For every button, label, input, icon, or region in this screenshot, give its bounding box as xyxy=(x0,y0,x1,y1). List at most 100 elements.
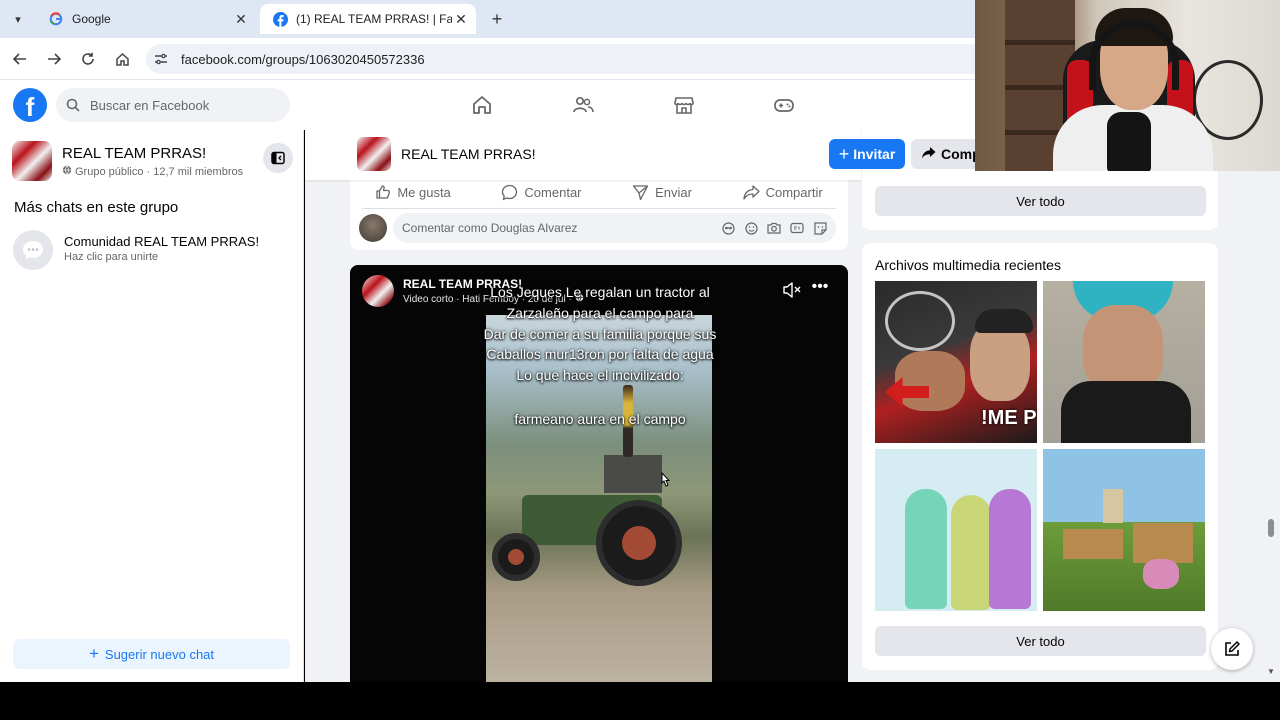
send-label: Enviar xyxy=(655,184,692,200)
compose-icon xyxy=(1225,641,1240,656)
url-text: facebook.com/groups/1063020450572336 xyxy=(181,51,425,67)
back-button[interactable] xyxy=(9,48,31,70)
gaming-icon[interactable] xyxy=(772,93,796,117)
media-thumbnail[interactable] xyxy=(1043,281,1205,443)
video-caption-line: Zarzaleño para el campo para xyxy=(506,305,694,321)
group-name[interactable]: REAL TEAM PRRAS! xyxy=(62,145,206,162)
sidebar-toggle-icon xyxy=(271,151,285,165)
invite-button[interactable]: + Invitar xyxy=(829,139,905,169)
tab-search-dropdown[interactable]: ▾ xyxy=(6,7,30,31)
video-caption-line: Caballos mur13ron por falta de agua xyxy=(486,346,714,362)
new-tab-button[interactable]: + xyxy=(486,8,508,30)
comment-placeholder: Comentar como Douglas Alvarez xyxy=(402,221,578,235)
group-meta: Grupo público · 12,7 mil miembros xyxy=(62,165,243,178)
avatar-sticker-icon[interactable] xyxy=(721,221,735,235)
video-scene-wheel xyxy=(492,533,540,581)
reload-button[interactable] xyxy=(77,48,99,70)
tab-facebook[interactable]: (1) REAL TEAM PRRAS! | Facebook ✕ xyxy=(260,4,476,34)
comment-icon xyxy=(502,184,518,200)
plus-icon: + xyxy=(838,144,850,164)
comment-button[interactable]: Comentar xyxy=(501,184,582,201)
chat-bubble-icon xyxy=(13,230,53,270)
more-chats-heading: Más chats en este grupo xyxy=(14,199,179,216)
share-label: Compartir xyxy=(765,184,823,200)
chat-subtitle: Haz clic para unirte xyxy=(64,251,159,263)
video-caption-line: Lo que hace el incivilizado: xyxy=(516,367,684,383)
share-button[interactable]: Compartir xyxy=(742,184,823,201)
group-avatar[interactable] xyxy=(357,137,391,171)
invite-label: Invitar xyxy=(853,146,896,162)
site-info-icon[interactable] xyxy=(154,53,174,65)
tab-close-icon[interactable]: ✕ xyxy=(232,11,250,28)
post-card: Me gusta Comentar Enviar Compartir Comen… xyxy=(350,172,848,250)
right-column: Ver todo Archivos multimedia recientes !… xyxy=(861,130,1280,682)
thumbs-up-icon xyxy=(376,185,391,199)
thumbnail-overlay-text: !ME P xyxy=(981,407,1037,429)
recent-media-card: Archivos multimedia recientes !ME P Ver … xyxy=(862,243,1218,670)
media-thumbnail[interactable]: !ME P xyxy=(875,281,1037,443)
scroll-down-arrow-icon[interactable]: ▼ xyxy=(1267,667,1275,676)
chat-item-community[interactable]: Comunidad REAL TEAM PRRAS! Haz clic para… xyxy=(12,229,292,271)
post-actions: Me gusta Comentar Enviar Compartir xyxy=(350,180,848,204)
letterbox-bar xyxy=(0,682,1280,720)
media-thumbnail[interactable] xyxy=(1043,449,1205,611)
see-all-button[interactable]: Ver todo xyxy=(875,626,1206,656)
mute-icon[interactable] xyxy=(782,281,802,299)
user-avatar[interactable] xyxy=(359,214,387,242)
google-icon xyxy=(48,11,64,27)
like-label: Me gusta xyxy=(397,184,451,200)
marketplace-icon[interactable] xyxy=(672,93,696,117)
video-scene-wheel xyxy=(596,500,682,586)
friends-icon[interactable] xyxy=(571,93,595,117)
share-icon xyxy=(742,184,760,200)
facebook-tab-icon xyxy=(272,11,288,27)
send-button[interactable]: Enviar xyxy=(632,184,692,201)
webcam-microphone xyxy=(1107,112,1151,171)
camera-icon[interactable] xyxy=(767,221,781,235)
webcam-overlay xyxy=(975,0,1280,171)
sticker-icon[interactable] xyxy=(813,221,827,235)
scrollbar-thumb[interactable] xyxy=(1268,519,1274,537)
chat-name: Comunidad REAL TEAM PRRAS! xyxy=(64,234,260,249)
share-arrow-icon xyxy=(921,146,936,163)
collapse-sidebar-button[interactable] xyxy=(263,143,293,173)
facebook-logo-icon[interactable]: f xyxy=(13,88,47,122)
see-all-button[interactable]: Ver todo xyxy=(875,186,1206,216)
tab-title: (1) REAL TEAM PRRAS! | Facebook xyxy=(296,12,452,26)
video-caption-line: Dar de comer a su familia porque sus xyxy=(483,326,717,342)
suggest-chat-button[interactable]: + Sugerir nuevo chat xyxy=(13,639,290,669)
facebook-search-input[interactable]: Buscar en Facebook xyxy=(56,88,290,122)
gif-icon[interactable] xyxy=(790,221,804,235)
send-icon xyxy=(632,184,649,200)
group-title[interactable]: REAL TEAM PRRAS! xyxy=(401,146,536,162)
video-caption-line: Los Jeques Le regalan un tractor al xyxy=(490,284,710,300)
group-chat-sidebar: REAL TEAM PRRAS! Grupo público · 12,7 mi… xyxy=(0,130,304,682)
group-sticky-header: REAL TEAM PRRAS! xyxy=(305,130,861,180)
mouse-cursor-icon xyxy=(658,471,672,490)
media-thumbnail[interactable] xyxy=(875,449,1037,611)
tab-close-icon[interactable]: ✕ xyxy=(452,11,470,28)
comment-input[interactable]: Comentar como Douglas Alvarez xyxy=(393,213,836,243)
forward-button[interactable] xyxy=(43,48,65,70)
search-icon xyxy=(66,98,82,112)
like-button[interactable]: Me gusta xyxy=(375,184,451,200)
plus-icon: + xyxy=(88,644,99,663)
recent-media-title: Archivos multimedia recientes xyxy=(875,257,1061,273)
video-post[interactable]: REAL TEAM PRRAS! Video corto · Hati Femb… xyxy=(350,265,848,682)
home-icon[interactable] xyxy=(470,93,494,117)
suggest-chat-label: Sugerir nuevo chat xyxy=(104,646,215,662)
search-placeholder: Buscar en Facebook xyxy=(90,97,210,113)
group-avatar[interactable] xyxy=(362,275,394,307)
tab-google[interactable]: Google ✕ xyxy=(36,4,256,34)
video-scene-box xyxy=(604,455,662,493)
group-meta-text: Grupo público · 12,7 mil miembros xyxy=(75,165,244,178)
tab-title: Google xyxy=(72,12,111,26)
new-message-button[interactable] xyxy=(1211,628,1253,670)
divider xyxy=(362,208,836,209)
video-caption-line: farmeano aura en el campo xyxy=(514,411,686,427)
more-options-icon[interactable]: ••• xyxy=(811,279,829,299)
emoji-icon[interactable] xyxy=(744,221,758,235)
group-avatar[interactable] xyxy=(12,141,52,181)
group-feed: REAL TEAM PRRAS! Me gusta Comentar Envia… xyxy=(305,130,861,682)
home-button[interactable] xyxy=(111,48,133,70)
